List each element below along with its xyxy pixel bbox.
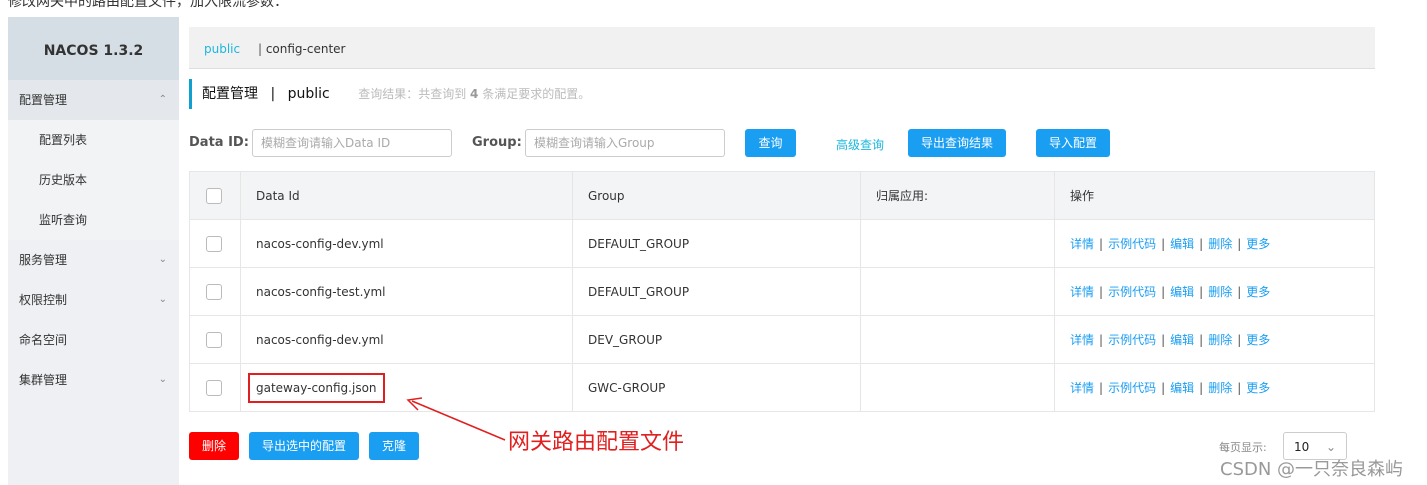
row-checkbox[interactable] <box>206 283 222 300</box>
dataid-cell: nacos-config-dev.yml <box>256 332 384 347</box>
dataid-cell: nacos-config-test.yml <box>256 284 386 299</box>
group-cell: DEV_GROUP <box>572 315 861 364</box>
app-cell <box>860 363 1055 412</box>
table-header-row: Data Id Group 归属应用: 操作 <box>189 171 1375 220</box>
op-1[interactable]: 示例代码 <box>1108 333 1156 347</box>
table-row: nacos-config-dev.yml DEFAULT_GROUP 详情 | 示例… <box>189 219 1375 268</box>
chevron-down-icon: ⌄ <box>158 254 167 265</box>
export-selected-button[interactable]: 导出选中的配置 <box>249 432 359 460</box>
sidebar-item-0[interactable]: 配置管理 ⌃ <box>8 80 179 120</box>
op-1[interactable]: 示例代码 <box>1108 237 1156 251</box>
title-sep: | <box>270 86 276 102</box>
group-cell: DEFAULT_GROUP <box>572 219 861 268</box>
group-cell: GWC-GROUP <box>572 363 861 412</box>
sidebar-item-5[interactable]: 权限控制 ⌄ <box>8 280 179 320</box>
export-results-button[interactable]: 导出查询结果 <box>908 129 1006 157</box>
op-0[interactable]: 详情 <box>1070 237 1094 251</box>
op-0[interactable]: 详情 <box>1070 333 1094 347</box>
sidebar-item-2[interactable]: 历史版本 <box>8 160 179 200</box>
caption: 修改网关中的路由配置文件，加入限流参数： <box>8 0 288 10</box>
separator: | <box>257 42 262 56</box>
delete-button[interactable]: 删除 <box>189 432 239 460</box>
table-row: nacos-config-dev.yml DEV_GROUP 详情 | 示例代码 | 编… <box>189 315 1375 364</box>
op-0[interactable]: 详情 <box>1070 381 1094 395</box>
op-3[interactable]: 删除 <box>1208 381 1232 395</box>
group-label: Group: <box>472 135 522 150</box>
op-3[interactable]: 删除 <box>1208 333 1232 347</box>
sidebar-item-label: 集群管理 <box>19 373 68 387</box>
col-group: Group <box>572 171 861 220</box>
sidebar-item-1[interactable]: 配置列表 <box>8 120 179 160</box>
op-3[interactable]: 删除 <box>1208 237 1232 251</box>
row-checkbox[interactable] <box>206 235 222 252</box>
logo: NACOS 1.3.2 <box>8 17 179 80</box>
namespace-public[interactable]: public <box>204 42 240 56</box>
page-size-label: 每页显示: <box>1219 441 1267 454</box>
group-cell: DEFAULT_GROUP <box>572 267 861 316</box>
sidebar-item-label: 配置管理 <box>19 93 68 107</box>
op-0[interactable]: 详情 <box>1070 285 1094 299</box>
row-checkbox[interactable] <box>206 331 222 348</box>
watermark: CSDN @一只奈良森屿 <box>1220 459 1404 480</box>
ops-cell: 详情 | 示例代码 | 编辑 | 删除 | 更多 <box>1054 219 1375 268</box>
app-cell <box>860 267 1055 316</box>
sidebar: NACOS 1.3.2 配置管理 ⌃ 配置列表历史版本监听查询服务管理 ⌄ 权限控制 ⌄ 命… <box>8 17 179 485</box>
sidebar-item-label: 服务管理 <box>19 253 68 267</box>
op-1[interactable]: 示例代码 <box>1108 381 1156 395</box>
op-2[interactable]: 编辑 <box>1170 237 1194 251</box>
table-row: nacos-config-test.yml DEFAULT_GROUP 详情 | 示… <box>189 267 1375 316</box>
sidebar-item-label: 权限控制 <box>19 293 68 307</box>
op-2[interactable]: 编辑 <box>1170 381 1194 395</box>
sidebar-item-3[interactable]: 监听查询 <box>8 200 179 240</box>
advanced-query-link[interactable]: 高级查询 <box>836 136 884 153</box>
app-cell <box>860 219 1055 268</box>
dataid-label: Data ID: <box>189 135 249 150</box>
ops-cell: 详情 | 示例代码 | 编辑 | 删除 | 更多 <box>1054 363 1375 412</box>
chevron-up-icon: ⌃ <box>158 94 167 105</box>
chevron-down-icon: ⌄ <box>158 294 167 305</box>
col-dataid: Data Id <box>240 171 573 220</box>
sidebar-item-label: 历史版本 <box>39 173 88 187</box>
op-2[interactable]: 编辑 <box>1170 285 1194 299</box>
op-3[interactable]: 删除 <box>1208 285 1232 299</box>
op-4[interactable]: 更多 <box>1246 237 1270 251</box>
sidebar-item-4[interactable]: 服务管理 ⌄ <box>8 240 179 280</box>
page-title: 配置管理 | public 查询结果：共查询到 4 条满足要求的配置。 <box>189 79 590 109</box>
ops-cell: 详情 | 示例代码 | 编辑 | 删除 | 更多 <box>1054 267 1375 316</box>
query-button[interactable]: 查询 <box>745 129 796 157</box>
row-checkbox[interactable] <box>206 379 222 396</box>
chevron-down-icon: ⌄ <box>158 374 167 385</box>
dataid-input[interactable] <box>252 129 452 157</box>
sidebar-item-label: 命名空间 <box>19 333 68 347</box>
op-4[interactable]: 更多 <box>1246 285 1270 299</box>
annotation-arrow-icon <box>406 397 506 441</box>
dataid-cell: nacos-config-dev.yml <box>256 236 384 251</box>
breadcrumb-bar: public | config-center <box>189 27 1375 69</box>
title-ns: public <box>287 86 330 102</box>
sidebar-item-label: 配置列表 <box>39 133 88 147</box>
select-all-checkbox[interactable] <box>206 187 222 204</box>
dataid-cell: gateway-config.json <box>248 372 385 403</box>
import-config-button[interactable]: 导入配置 <box>1036 129 1110 157</box>
sidebar-item-7[interactable]: 集群管理 ⌄ <box>8 360 179 400</box>
col-ops: 操作 <box>1054 171 1375 220</box>
op-4[interactable]: 更多 <box>1246 381 1270 395</box>
result-summary: 查询结果：共查询到 4 条满足要求的配置。 <box>358 87 591 101</box>
col-app: 归属应用: <box>860 171 1055 220</box>
sidebar-item-6[interactable]: 命名空间 <box>8 320 179 360</box>
ops-cell: 详情 | 示例代码 | 编辑 | 删除 | 更多 <box>1054 315 1375 364</box>
table-row: gateway-config.json GWC-GROUP 详情 | 示例代码 | 编辑… <box>189 363 1375 412</box>
title-main: 配置管理 <box>202 86 258 102</box>
app-cell <box>860 315 1055 364</box>
config-table: Data Id Group 归属应用: 操作 nacos-config-dev.… <box>189 171 1375 412</box>
annotation-text: 网关路由配置文件 <box>508 430 685 455</box>
op-1[interactable]: 示例代码 <box>1108 285 1156 299</box>
op-4[interactable]: 更多 <box>1246 333 1270 347</box>
sidebar-item-label: 监听查询 <box>39 213 88 227</box>
namespace-config-center[interactable]: config-center <box>266 42 346 56</box>
group-input[interactable] <box>525 129 725 157</box>
op-2[interactable]: 编辑 <box>1170 333 1194 347</box>
